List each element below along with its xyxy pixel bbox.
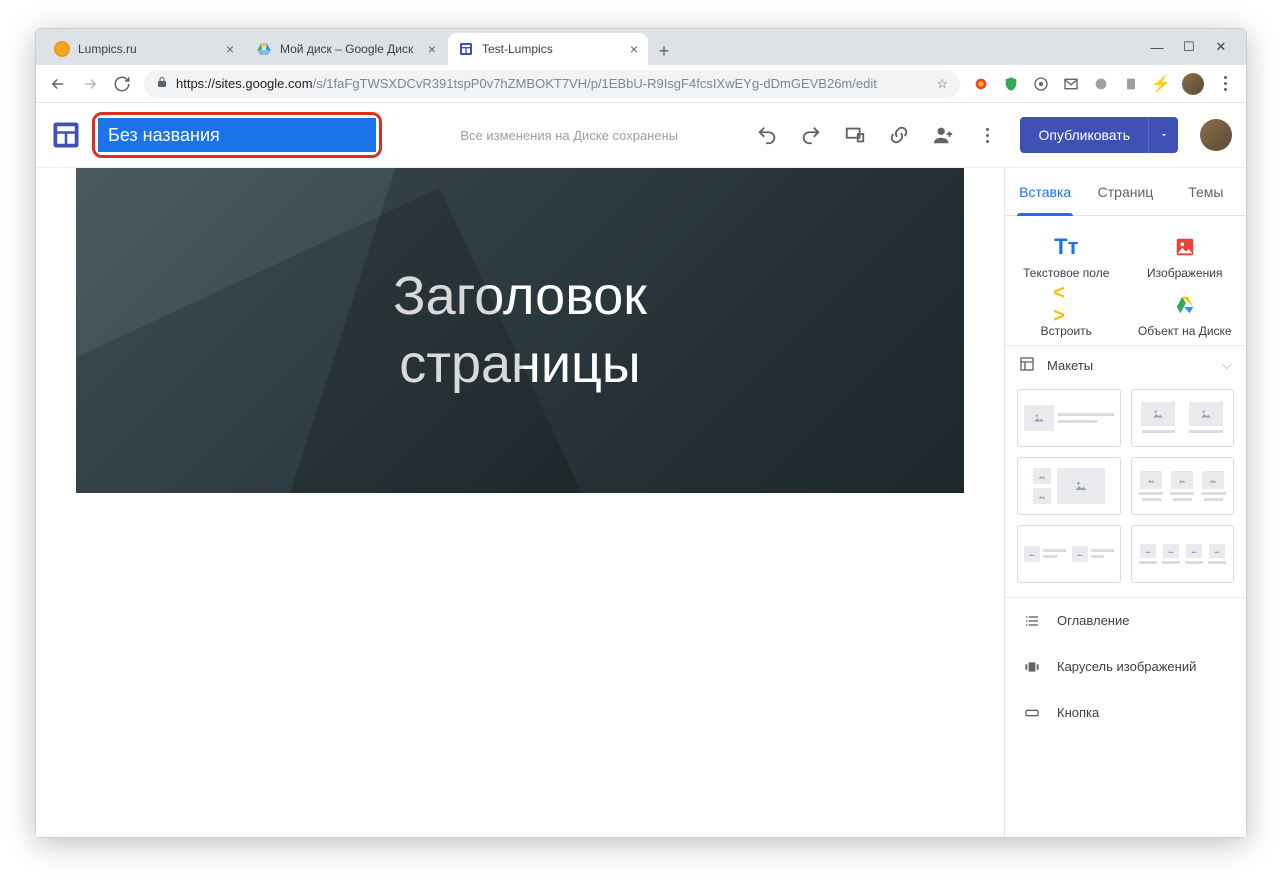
ext-icon-shield[interactable]: [1002, 75, 1020, 93]
ext-icon-3[interactable]: [1092, 75, 1110, 93]
insert-drive[interactable]: Объект на Диске: [1132, 292, 1239, 338]
window-controls: — ☐ ✕: [1150, 29, 1238, 65]
layouts-icon: [1019, 356, 1035, 375]
insert-textbox-label: Текстовое поле: [1023, 266, 1109, 280]
close-tab-icon[interactable]: ×: [630, 41, 638, 57]
site-title-input[interactable]: [98, 118, 376, 152]
link-icon[interactable]: [888, 124, 910, 146]
close-tab-icon[interactable]: ×: [226, 41, 234, 57]
share-person-icon[interactable]: [932, 124, 954, 146]
textbox-icon: Tᴛ: [1053, 234, 1079, 260]
layout-option-6[interactable]: [1131, 525, 1235, 583]
browser-tab-drive[interactable]: Мой диск – Google Диск ×: [246, 33, 446, 65]
window-minimize-icon[interactable]: —: [1150, 40, 1164, 55]
insert-toc[interactable]: Оглавление: [1005, 598, 1246, 644]
ext-icon-2[interactable]: [1032, 75, 1050, 93]
layout-option-3[interactable]: [1017, 457, 1121, 515]
preview-icon[interactable]: [844, 124, 866, 146]
panel-tabs: Вставка Страниц Темы: [1005, 168, 1246, 216]
toc-icon: [1023, 612, 1041, 630]
save-status-text: Все изменения на Диске сохранены: [392, 128, 746, 143]
insert-embed[interactable]: < > Встроить: [1013, 292, 1120, 338]
tab-title: Мой диск – Google Диск: [280, 42, 420, 56]
layout-option-2[interactable]: [1131, 389, 1235, 447]
embed-icon: < >: [1053, 292, 1079, 318]
app-bar: Все изменения на Диске сохранены Опублик…: [36, 103, 1246, 167]
button-label: Кнопка: [1057, 705, 1099, 720]
bookmark-star-icon[interactable]: ☆: [936, 76, 948, 92]
tab-title: Test-Lumpics: [482, 42, 622, 56]
ext-icon-mail[interactable]: [1062, 75, 1080, 93]
window-close-icon[interactable]: ✕: [1214, 39, 1228, 55]
toc-label: Оглавление: [1057, 613, 1129, 628]
insert-carousel[interactable]: Карусель изображений: [1005, 644, 1246, 690]
ext-icon-5[interactable]: ⚡: [1152, 75, 1170, 93]
favicon-sites: [458, 41, 474, 57]
tab-title: Lumpics.ru: [78, 42, 218, 56]
favicon-lumpics: [54, 41, 70, 57]
insert-button[interactable]: Кнопка: [1005, 690, 1246, 736]
page-body-section[interactable]: [76, 493, 964, 793]
more-insert-list: Оглавление Карусель изображений Кнопка: [1005, 597, 1246, 736]
layouts-label: Макеты: [1047, 358, 1093, 373]
insert-textbox[interactable]: Tᴛ Текстовое поле: [1013, 234, 1120, 280]
side-panel: Вставка Страниц Темы Tᴛ Текстовое поле И…: [1004, 168, 1246, 837]
appbar-actions: Опубликовать: [756, 117, 1232, 153]
ext-icon-4[interactable]: [1122, 75, 1140, 93]
redo-icon[interactable]: [800, 124, 822, 146]
address-bar: https://sites.google.com/s/1faFgTWSXDCvR…: [36, 65, 1246, 103]
new-tab-button[interactable]: +: [650, 37, 678, 65]
publish-button-group: Опубликовать: [1020, 117, 1178, 153]
window-maximize-icon[interactable]: ☐: [1182, 39, 1196, 55]
browser-menu-icon[interactable]: [1216, 75, 1234, 93]
drive-icon: [1172, 292, 1198, 318]
carousel-label: Карусель изображений: [1057, 659, 1196, 674]
undo-icon[interactable]: [756, 124, 778, 146]
tab-pages[interactable]: Страниц: [1085, 168, 1165, 215]
insert-images[interactable]: Изображения: [1132, 234, 1239, 280]
close-tab-icon[interactable]: ×: [428, 41, 436, 57]
insert-drive-label: Объект на Диске: [1138, 324, 1232, 338]
nav-reload-icon[interactable]: [112, 74, 132, 94]
layout-option-4[interactable]: [1131, 457, 1235, 515]
url-host: https://sites.google.com/s/1faFgTWSXDCvR…: [176, 76, 877, 91]
insert-embed-label: Встроить: [1041, 324, 1092, 338]
layout-option-1[interactable]: [1017, 389, 1121, 447]
account-avatar[interactable]: [1200, 119, 1232, 151]
browser-tab-lumpics[interactable]: Lumpics.ru ×: [44, 33, 244, 65]
insert-images-label: Изображения: [1147, 266, 1222, 280]
nav-back-icon[interactable]: [48, 74, 68, 94]
nav-forward-icon[interactable]: [80, 74, 100, 94]
publish-dropdown-icon[interactable]: [1148, 117, 1178, 153]
sites-logo-icon[interactable]: [50, 119, 82, 151]
images-icon: [1172, 234, 1198, 260]
browser-tab-sites[interactable]: Test-Lumpics ×: [448, 33, 648, 65]
browser-window: Lumpics.ru × Мой диск – Google Диск × Te…: [35, 28, 1247, 838]
main-area: Заголовок страницы Вставка Страниц Темы …: [36, 167, 1246, 837]
layouts-grid: [1005, 385, 1246, 597]
extension-icons: ⚡: [972, 73, 1234, 95]
tab-insert[interactable]: Вставка: [1005, 168, 1085, 215]
lock-icon: [156, 76, 168, 91]
more-options-icon[interactable]: [976, 124, 998, 146]
favicon-drive: [256, 41, 272, 57]
layout-option-5[interactable]: [1017, 525, 1121, 583]
page-header-section[interactable]: Заголовок страницы: [76, 168, 964, 493]
url-input[interactable]: https://sites.google.com/s/1faFgTWSXDCvR…: [144, 70, 960, 98]
browser-titlebar: Lumpics.ru × Мой диск – Google Диск × Te…: [36, 29, 1246, 65]
layouts-header[interactable]: Макеты ⌵: [1005, 345, 1246, 385]
ext-icon-1[interactable]: [972, 75, 990, 93]
carousel-icon: [1023, 658, 1041, 676]
tab-themes[interactable]: Темы: [1166, 168, 1246, 215]
site-title-highlight: [92, 112, 382, 158]
collapse-icon[interactable]: ⌵: [1222, 357, 1232, 373]
page-header-title[interactable]: Заголовок страницы: [393, 263, 647, 398]
profile-avatar-small[interactable]: [1182, 73, 1204, 95]
publish-button[interactable]: Опубликовать: [1020, 117, 1148, 153]
insert-grid: Tᴛ Текстовое поле Изображения < > Встрои…: [1005, 216, 1246, 345]
button-icon: [1023, 704, 1041, 722]
page-canvas[interactable]: Заголовок страницы: [36, 168, 1004, 837]
